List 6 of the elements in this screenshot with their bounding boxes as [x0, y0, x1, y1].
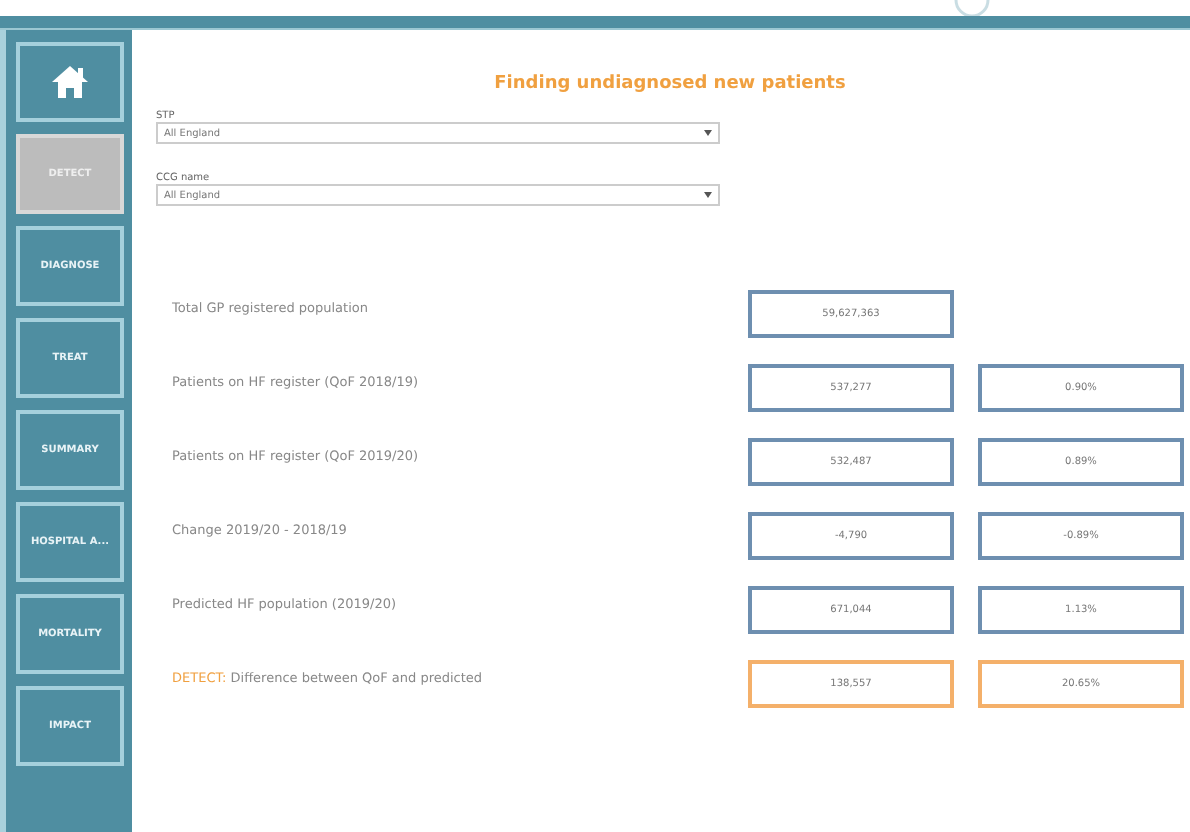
house-icon — [50, 64, 90, 100]
caret-icon — [704, 192, 712, 198]
page-title: Finding undiagnosed new patients — [492, 74, 848, 94]
circle-logo-icon — [954, 0, 990, 16]
home-button[interactable] — [16, 42, 124, 122]
caret-icon — [704, 130, 712, 136]
